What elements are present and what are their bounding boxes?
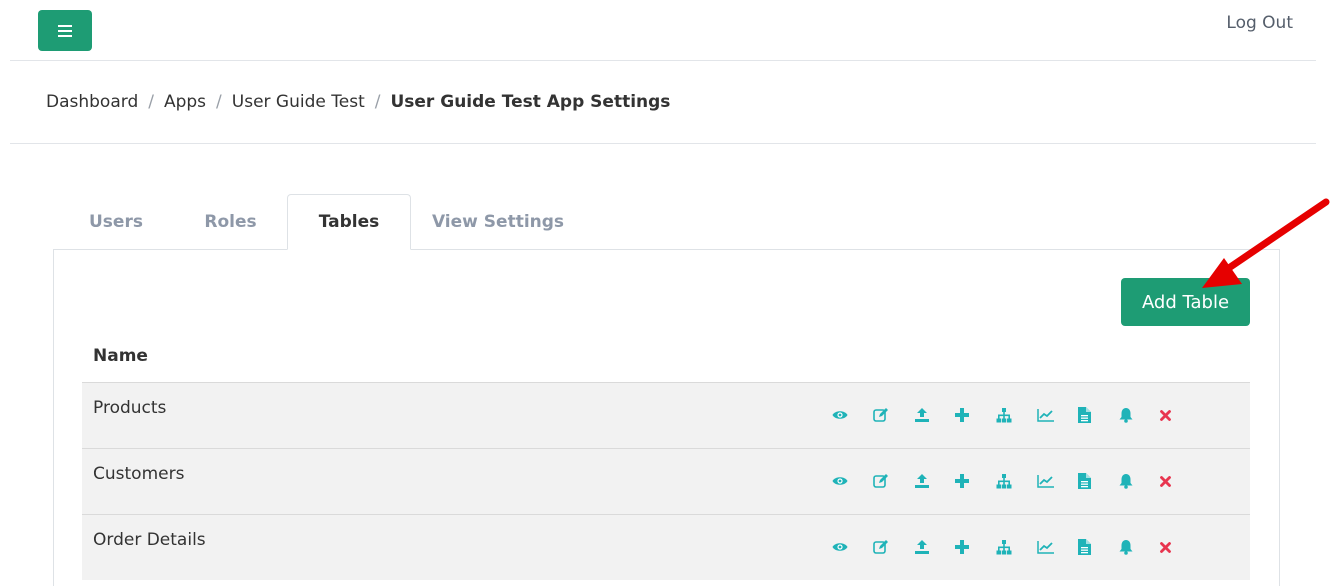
app-settings-page: Log Out Dashboard / Apps / User Guide Te… [0, 0, 1340, 586]
view-action[interactable] [832, 535, 873, 559]
report-action[interactable] [1078, 535, 1119, 559]
row-actions [832, 535, 1201, 559]
sitemap-icon [996, 473, 1012, 488]
tab-view-settings[interactable]: View Settings [411, 194, 585, 250]
document-icon [1078, 407, 1091, 423]
edit-icon [873, 408, 888, 422]
structure-action[interactable] [996, 469, 1037, 493]
table-row: Order Details [82, 514, 1250, 580]
chart-action[interactable] [1037, 403, 1078, 427]
add-record-action[interactable] [955, 535, 996, 559]
breadcrumb-apps[interactable]: Apps [164, 92, 206, 112]
edit-icon [873, 474, 888, 488]
row-actions [832, 403, 1201, 427]
bell-icon [1119, 474, 1133, 489]
import-action[interactable] [914, 535, 955, 559]
eye-icon [832, 543, 848, 551]
import-action[interactable] [914, 403, 955, 427]
plus-icon [955, 540, 969, 554]
delete-action[interactable] [1160, 469, 1201, 493]
add-record-action[interactable] [955, 469, 996, 493]
document-icon [1078, 473, 1091, 489]
report-action[interactable] [1078, 469, 1119, 493]
header-divider [10, 60, 1316, 61]
edit-action[interactable] [873, 403, 914, 427]
delete-icon [1160, 409, 1171, 421]
tab-users[interactable]: Users [54, 194, 174, 250]
add-record-action[interactable] [955, 403, 996, 427]
notification-action[interactable] [1119, 403, 1160, 427]
chart-icon [1037, 409, 1054, 422]
breadcrumb: Dashboard / Apps / User Guide Test / Use… [46, 92, 670, 112]
import-action[interactable] [914, 469, 955, 493]
edit-action[interactable] [873, 535, 914, 559]
table-name: Customers [93, 464, 185, 484]
notification-action[interactable] [1119, 535, 1160, 559]
plus-icon [955, 474, 969, 488]
tables-list: Products Customers Order Details [82, 382, 1250, 580]
chart-action[interactable] [1037, 535, 1078, 559]
chart-icon [1037, 475, 1054, 488]
structure-action[interactable] [996, 535, 1037, 559]
edit-action[interactable] [873, 469, 914, 493]
report-action[interactable] [1078, 403, 1119, 427]
table-row: Customers [82, 448, 1250, 514]
breadcrumb-separator: / [148, 92, 154, 112]
eye-icon [832, 477, 848, 485]
edit-icon [873, 540, 888, 554]
logout-link[interactable]: Log Out [1226, 13, 1293, 33]
settings-tabs: Users Roles Tables View Settings [54, 194, 585, 250]
notification-action[interactable] [1119, 469, 1160, 493]
table-row: Products [82, 382, 1250, 448]
sitemap-icon [996, 407, 1012, 422]
sitemap-icon [996, 539, 1012, 554]
delete-action[interactable] [1160, 535, 1201, 559]
row-actions [832, 469, 1201, 493]
upload-icon [915, 474, 929, 488]
upload-icon [915, 540, 929, 554]
bell-icon [1119, 408, 1133, 423]
view-action[interactable] [832, 469, 873, 493]
name-column-header: Name [93, 346, 148, 366]
breadcrumb-separator: / [374, 92, 381, 112]
view-action[interactable] [832, 403, 873, 427]
bell-icon [1119, 540, 1133, 555]
delete-icon [1160, 475, 1171, 487]
upload-icon [915, 408, 929, 422]
table-name: Products [93, 398, 167, 418]
breadcrumb-app[interactable]: User Guide Test [232, 92, 365, 112]
breadcrumb-current: User Guide Test App Settings [390, 92, 671, 112]
breadcrumb-divider [10, 143, 1316, 144]
table-name: Order Details [93, 530, 206, 550]
delete-action[interactable] [1160, 403, 1201, 427]
hamburger-menu-button[interactable] [38, 10, 92, 51]
chart-action[interactable] [1037, 469, 1078, 493]
breadcrumb-separator: / [216, 92, 222, 112]
tab-roles[interactable]: Roles [174, 194, 287, 250]
delete-icon [1160, 541, 1171, 553]
chart-icon [1037, 541, 1054, 554]
plus-icon [955, 408, 969, 422]
structure-action[interactable] [996, 403, 1037, 427]
red-arrow-annotation [1202, 198, 1330, 288]
eye-icon [832, 411, 848, 419]
document-icon [1078, 539, 1091, 555]
hamburger-menu-icon [58, 24, 72, 37]
tab-tables[interactable]: Tables [287, 194, 411, 250]
breadcrumb-dashboard[interactable]: Dashboard [46, 92, 138, 112]
